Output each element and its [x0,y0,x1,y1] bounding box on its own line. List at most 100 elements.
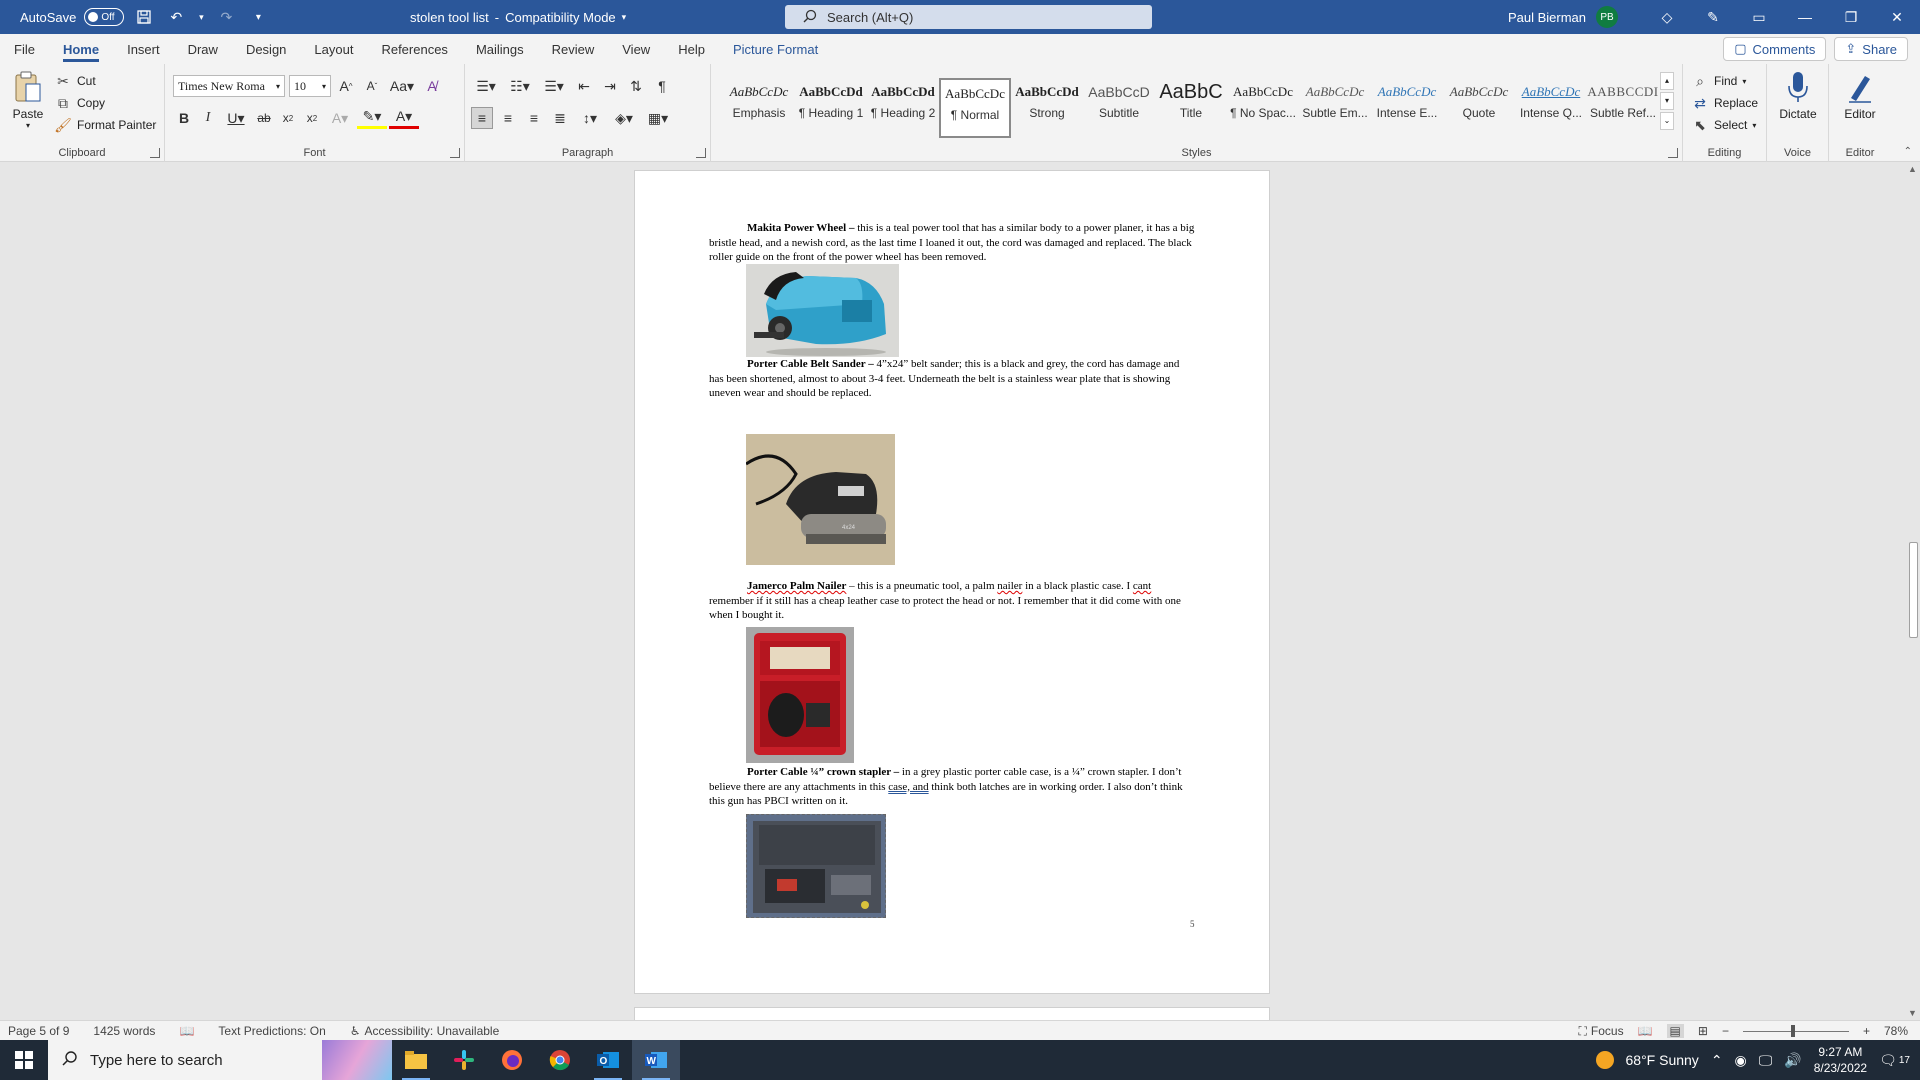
clipboard-launcher-icon[interactable] [150,148,160,158]
document-title[interactable]: stolen tool list - Compatibility Mode ▾ [410,0,626,34]
copy-button[interactable]: ⧉ Copy [54,92,156,114]
weather-text[interactable]: 68°F Sunny [1626,1052,1699,1068]
decrease-indent-icon[interactable]: ⇤ [573,75,595,97]
paragraph-launcher-icon[interactable] [696,148,706,158]
vertical-scrollbar[interactable]: ▲ ▼ [1906,162,1920,1020]
styles-launcher-icon[interactable] [1668,148,1678,158]
styles-more-icon[interactable]: ⌄ [1660,112,1674,130]
select-button[interactable]: ⬉ Select ▾ [1691,114,1758,136]
undo-dropdown-icon[interactable]: ▾ [196,5,206,29]
styles-scroll-up-icon[interactable]: ▴ [1660,72,1674,90]
comments-button[interactable]: ▢ Comments [1723,37,1827,61]
justify-icon[interactable]: ≣ [549,107,571,129]
accessibility-status[interactable]: ♿ Accessibility: Unavailable [350,1024,500,1038]
tab-review[interactable]: Review [538,34,609,64]
palm-nailer-image[interactable] [746,627,854,763]
document-page[interactable]: Makita Power Wheel – this is a teal powe… [634,170,1270,994]
italic-icon[interactable]: I [197,107,219,129]
restore-icon[interactable]: ❐ [1828,0,1874,34]
proofing-icon[interactable]: 📖 [179,1024,194,1038]
grow-font-icon[interactable]: A ^ [335,75,357,97]
numbering-icon[interactable]: ☷▾ [505,75,535,97]
style-quote[interactable]: AaBbCcDc Quote [1443,78,1515,138]
paragraph-crown-stapler[interactable]: Porter Cable ¼” crown stapler – in a gre… [709,765,1195,809]
highlight-icon[interactable]: ✎▾ [357,107,387,129]
style-emphasis[interactable]: AaBbCcDc Emphasis [723,78,795,138]
style-subtle-em[interactable]: AaBbCcDc Subtle Em... [1299,78,1371,138]
belt-sander-image[interactable]: 4x24 [746,434,895,565]
file-explorer-icon[interactable] [392,1040,440,1080]
strikethrough-icon[interactable]: ab [253,107,275,129]
style-heading-1[interactable]: AaBbCcDd ¶ Heading 1 [795,78,867,138]
style-normal[interactable]: AaBbCcDc ¶ Normal [939,78,1011,138]
volume-icon[interactable]: 🔊 [1784,1052,1801,1069]
tab-references[interactable]: References [367,34,461,64]
outlook-icon[interactable]: O [584,1040,632,1080]
collapse-ribbon-icon[interactable]: ⌃ [1904,146,1912,157]
text-predictions[interactable]: Text Predictions: On [218,1024,325,1038]
align-left-icon[interactable]: ≡ [471,107,493,129]
tab-design[interactable]: Design [232,34,300,64]
tab-insert[interactable]: Insert [113,34,174,64]
replace-button[interactable]: ⇄ Replace [1691,92,1758,114]
style-intense-e[interactable]: AaBbCcDc Intense E... [1371,78,1443,138]
style-heading-2[interactable]: AaBbCcDd ¶ Heading 2 [867,78,939,138]
cut-button[interactable]: ✂ Cut [54,70,156,92]
ribbon-display-icon[interactable]: ▭ [1736,0,1782,34]
font-name-select[interactable]: Times New Roma ▾ [173,75,285,97]
chevron-up-icon[interactable]: ⌃ [1711,1052,1723,1069]
font-launcher-icon[interactable] [450,148,460,158]
record-icon[interactable]: ◉ [1735,1052,1747,1069]
tab-draw[interactable]: Draw [174,34,232,64]
paragraph-palm-nailer[interactable]: Jamerco Palm Nailer – this is a pneumati… [709,579,1195,623]
subscript-icon[interactable]: x2 [277,107,299,129]
crown-stapler-word-caseand[interactable]: case, and [888,781,928,793]
undo-icon[interactable]: ↶ [164,5,188,29]
zoom-out-icon[interactable]: − [1722,1024,1729,1038]
dictate-button[interactable]: Dictate [1773,70,1823,121]
crown-stapler-image[interactable] [746,814,886,918]
notification-button[interactable]: 🗨 17 [1879,1052,1910,1069]
search-box[interactable]: Search (Alt+Q) [785,5,1152,29]
paragraph-makita[interactable]: Makita Power Wheel – this is a teal powe… [709,221,1195,265]
scrollbar-thumb[interactable] [1909,542,1918,638]
line-spacing-icon[interactable]: ↕▾ [575,107,605,129]
zoom-in-icon[interactable]: + [1863,1024,1870,1038]
avatar[interactable]: PB [1596,6,1618,28]
user-name[interactable]: Paul Bierman [1508,10,1586,25]
font-size-select[interactable]: 10 ▾ [289,75,331,97]
format-painter-button[interactable]: 🖌 Format Painter [54,114,156,136]
chrome-icon[interactable] [536,1040,584,1080]
shading-icon[interactable]: ◈▾ [609,107,639,129]
tab-help[interactable]: Help [664,34,719,64]
slack-icon[interactable] [440,1040,488,1080]
pilcrow-icon[interactable]: ¶ [651,75,673,97]
next-page[interactable] [634,1007,1270,1020]
borders-icon[interactable]: ▦▾ [643,107,673,129]
close-icon[interactable]: ✕ [1874,0,1920,34]
sort-icon[interactable]: ⇅ [625,75,647,97]
focus-button[interactable]: ⛶ Focus [1578,1024,1623,1039]
shrink-font-icon[interactable]: Aˇ [361,75,383,97]
style-strong[interactable]: AaBbCcDd Strong [1011,78,1083,138]
tab-mailings[interactable]: Mailings [462,34,538,64]
style-subtitle[interactable]: AaBbCcD Subtitle [1083,78,1155,138]
paste-button[interactable]: Paste ▾ [10,70,46,130]
print-layout-icon[interactable]: ▤ [1666,1024,1684,1038]
scroll-down-icon[interactable]: ▼ [1908,1008,1917,1018]
firefox-icon[interactable] [488,1040,536,1080]
paste-dropdown-icon[interactable]: ▾ [10,121,46,130]
document-area[interactable]: Makita Power Wheel – this is a teal powe… [0,162,1906,1020]
change-case-icon[interactable]: Aa▾ [387,75,417,97]
editor-button[interactable]: Editor [1835,70,1885,121]
paragraph-belt-sander[interactable]: Porter Cable Belt Sander – 4”x24” belt s… [709,357,1195,401]
increase-indent-icon[interactable]: ⇥ [599,75,621,97]
font-color-icon[interactable]: A▾ [389,107,419,129]
read-mode-icon[interactable]: 📖 [1638,1024,1653,1038]
network-icon[interactable]: 🖵 [1759,1052,1773,1069]
bold-icon[interactable]: B [173,107,195,129]
clear-formatting-icon[interactable]: A̸ [421,75,443,97]
styles-scroll-down-icon[interactable]: ▾ [1660,92,1674,110]
zoom-slider-knob[interactable] [1790,1024,1795,1037]
tab-view[interactable]: View [608,34,664,64]
